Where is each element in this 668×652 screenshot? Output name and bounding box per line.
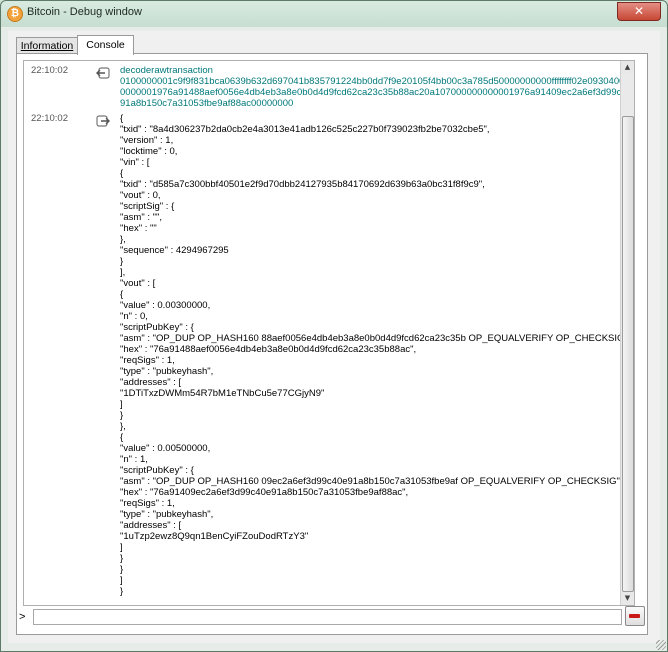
title-bar[interactable]: ₿ Bitcoin - Debug window ✕ <box>1 1 667 25</box>
tab-information-label: Information <box>20 40 74 52</box>
console-output[interactable]: 22:10:02 decoderawtransaction 0100000001… <box>23 60 635 606</box>
scroll-up-arrow-icon[interactable]: ▲ <box>621 61 634 74</box>
command-input[interactable] <box>33 609 622 625</box>
scroll-down-arrow-icon[interactable]: ▼ <box>621 592 634 605</box>
console-message: 22:10:02 { "txid" : "8a4d306237b2da0cb2e… <box>24 113 630 603</box>
window-title: Bitcoin - Debug window <box>27 6 142 18</box>
bitcoin-logo-icon: ₿ <box>7 6 23 22</box>
scrollbar-thumb[interactable] <box>622 116 634 592</box>
message-timestamp: 22:10:02 <box>31 113 68 124</box>
console-tab-pane: 22:10:02 decoderawtransaction 0100000001… <box>16 53 648 635</box>
vertical-scrollbar[interactable]: ▲ ▼ <box>620 61 634 605</box>
resize-grip[interactable] <box>656 640 666 650</box>
window-client-area: Information Console 22:10:02 decoderawtr… <box>8 31 660 643</box>
prompt-symbol: > <box>19 611 26 623</box>
tab-console-label: Console <box>86 39 125 51</box>
message-timestamp: 22:10:02 <box>31 65 68 76</box>
tab-information[interactable]: Information <box>16 37 78 54</box>
command-reply-icon <box>96 115 110 127</box>
debug-window: ₿ Bitcoin - Debug window ✕ Information C… <box>0 0 668 652</box>
close-button[interactable]: ✕ <box>617 2 661 21</box>
console-message: 22:10:02 decoderawtransaction 0100000001… <box>24 65 634 109</box>
reply-text: { "txid" : "8a4d306237b2da0cb2e4a3013e41… <box>120 113 631 597</box>
clear-console-button[interactable] <box>625 606 645 626</box>
command-request-icon <box>96 67 110 79</box>
command-text: decoderawtransaction 0100000001c9f9f831b… <box>120 65 635 109</box>
tab-console[interactable]: Console <box>77 35 134 55</box>
clear-console-icon <box>629 614 640 618</box>
